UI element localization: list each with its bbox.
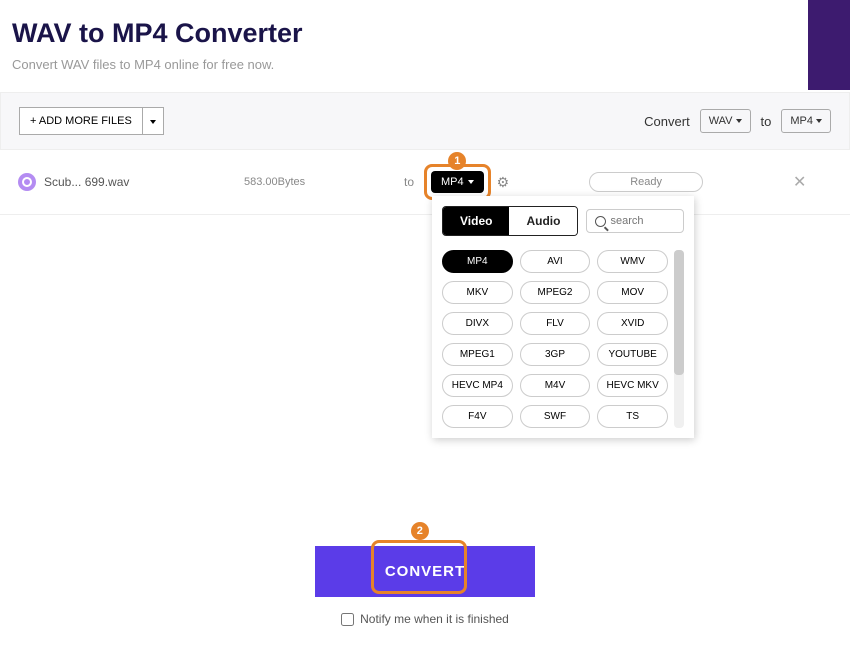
format-option-hevc-mp4[interactable]: HEVC MP4: [442, 374, 513, 397]
formats-container: MP4 AVI WMV MKV MPEG2 MOV DIVX FLV XVID MPEG1 3GP Y…: [442, 250, 684, 428]
add-files-dropdown-toggle[interactable]: [143, 107, 164, 135]
chevron-down-icon: [736, 119, 742, 123]
scrollbar-thumb[interactable]: [674, 250, 684, 375]
format-dropdown-panel: Video Audio MP4 AVI WMV MKV MPEG2 MOV DIVX FLV X…: [432, 196, 694, 438]
notify-checkbox[interactable]: [341, 613, 354, 626]
convert-button[interactable]: CONVERT: [315, 546, 535, 597]
convert-formats-group: Convert WAV to MP4: [644, 109, 831, 133]
callout-badge-2: 2: [411, 522, 429, 540]
file-size: 583.00Bytes: [244, 176, 404, 188]
format-option-wmv[interactable]: WMV: [597, 250, 668, 273]
toolbar: + ADD MORE FILES Convert WAV to MP4: [0, 92, 850, 150]
format-option-mpeg1[interactable]: MPEG1: [442, 343, 513, 366]
add-more-files-button[interactable]: + ADD MORE FILES: [19, 107, 143, 135]
tab-audio[interactable]: Audio: [509, 207, 577, 235]
callout-highlight-1: 1 MP4: [424, 164, 491, 200]
notify-row: Notify me when it is finished: [0, 612, 850, 626]
file-name: Scub... 699.wav: [44, 175, 244, 189]
target-format-select[interactable]: MP4: [781, 109, 831, 133]
chevron-down-icon: [816, 119, 822, 123]
source-format-select[interactable]: WAV: [700, 109, 751, 133]
format-search-input[interactable]: [610, 215, 660, 227]
format-option-mov[interactable]: MOV: [597, 281, 668, 304]
status-badge: Ready: [589, 172, 703, 192]
format-search-box[interactable]: [586, 209, 684, 233]
format-option-mpeg2[interactable]: MPEG2: [520, 281, 591, 304]
page-title: WAV to MP4 Converter: [12, 18, 838, 49]
chevron-down-icon: [150, 120, 156, 124]
callout-badge-1: 1: [448, 152, 466, 170]
scrollbar[interactable]: [674, 250, 684, 428]
footer-area: 2 CONVERT Notify me when it is finished: [0, 546, 850, 626]
to-label: to: [761, 114, 772, 129]
chevron-down-icon: [468, 180, 474, 184]
format-option-youtube[interactable]: YOUTUBE: [597, 343, 668, 366]
tab-group: Video Audio: [442, 206, 578, 236]
format-option-m4v[interactable]: M4V: [520, 374, 591, 397]
brand-accent-bar: [808, 0, 850, 90]
format-option-3gp[interactable]: 3GP: [520, 343, 591, 366]
format-option-hevc-mkv[interactable]: HEVC MKV: [597, 374, 668, 397]
format-option-divx[interactable]: DIVX: [442, 312, 513, 335]
convert-button-wrap: 2 CONVERT: [315, 546, 535, 597]
format-option-mp4[interactable]: MP4: [442, 250, 513, 273]
notify-label: Notify me when it is finished: [360, 612, 509, 626]
remove-file-button[interactable]: ✕: [793, 172, 806, 192]
file-to-label: to: [404, 175, 424, 189]
format-option-xvid[interactable]: XVID: [597, 312, 668, 335]
dropdown-tabs-row: Video Audio: [442, 206, 684, 236]
format-option-mkv[interactable]: MKV: [442, 281, 513, 304]
search-icon: [595, 216, 606, 227]
file-row: Scub... 699.wav 583.00Bytes to 1 MP4 ⚙ R…: [0, 150, 850, 215]
add-files-group: + ADD MORE FILES: [19, 107, 164, 135]
page-header: WAV to MP4 Converter Convert WAV files t…: [0, 0, 850, 84]
settings-gear-icon[interactable]: ⚙: [497, 174, 510, 191]
page-subtitle: Convert WAV files to MP4 online for free…: [12, 57, 838, 72]
tab-video[interactable]: Video: [443, 207, 509, 235]
format-option-f4v[interactable]: F4V: [442, 405, 513, 428]
formats-grid: MP4 AVI WMV MKV MPEG2 MOV DIVX FLV XVID MPEG1 3GP Y…: [442, 250, 668, 428]
format-option-avi[interactable]: AVI: [520, 250, 591, 273]
audio-file-icon: [18, 173, 36, 191]
format-option-flv[interactable]: FLV: [520, 312, 591, 335]
convert-label: Convert: [644, 114, 690, 129]
format-option-swf[interactable]: SWF: [520, 405, 591, 428]
file-format-button[interactable]: MP4: [431, 171, 484, 193]
format-option-ts[interactable]: TS: [597, 405, 668, 428]
